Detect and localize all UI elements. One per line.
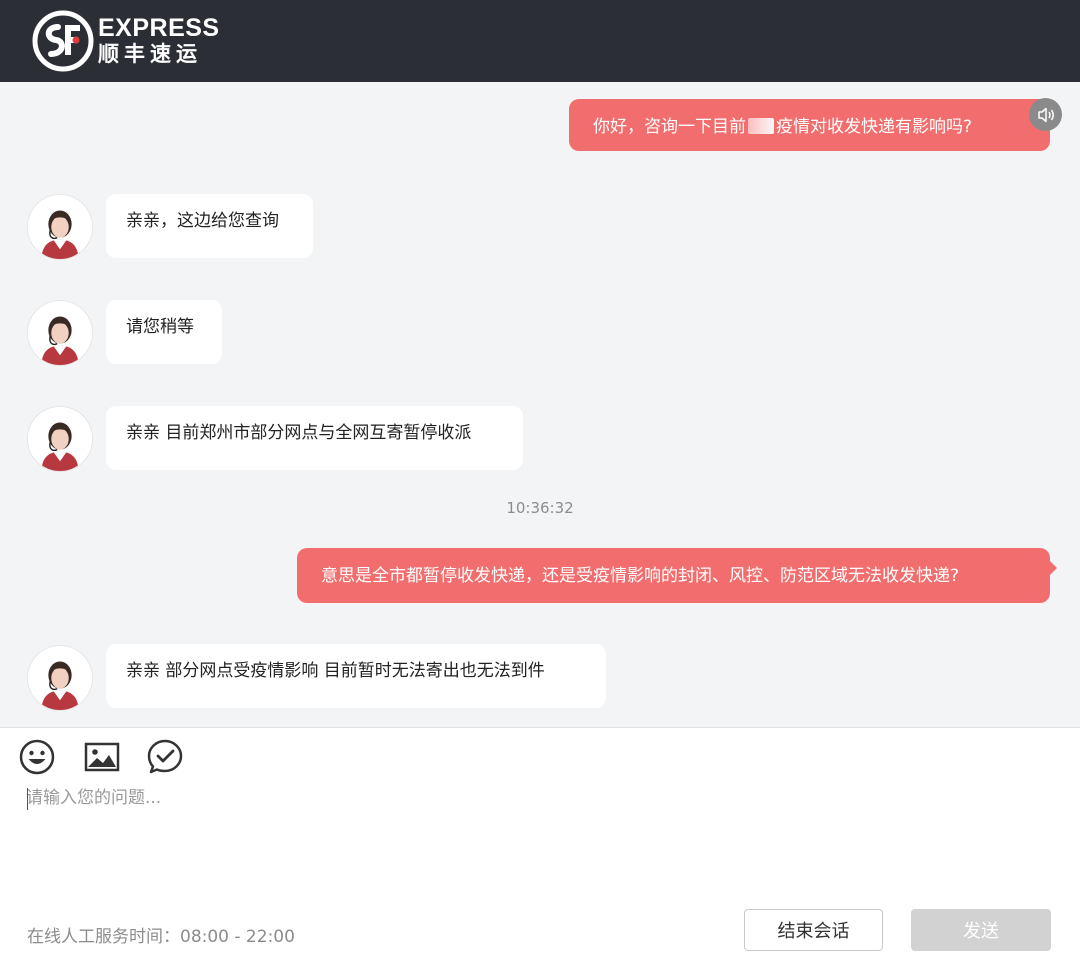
check-icon[interactable] (146, 738, 184, 776)
agent-avatar (27, 194, 93, 260)
logo-english-text: EXPRESS (98, 14, 220, 42)
app-header: EXPRESS 顺丰速运 (0, 0, 1080, 82)
text-cursor (27, 788, 28, 810)
user-message: 你好，咨询一下目前 疫情对收发快递有影响吗? (569, 99, 1057, 151)
agent-avatar (27, 645, 93, 711)
redacted-text (748, 118, 774, 134)
message-input[interactable] (22, 786, 1058, 906)
message-text: 你好，咨询一下目前 (593, 117, 746, 137)
agent-avatar (27, 300, 93, 366)
sf-express-logo: EXPRESS 顺丰速运 (32, 10, 220, 72)
message-text: 亲亲，这边给您查询 (126, 211, 279, 231)
message-text: 亲亲 目前郑州市部分网点与全网互寄暂停收派 (126, 423, 472, 443)
message-text: 亲亲 部分网点受疫情影响 目前暂时无法寄出也无法到件 (126, 661, 545, 681)
image-icon[interactable] (83, 738, 121, 776)
message-text: 疫情对收发快递有影响吗? (776, 117, 973, 137)
end-session-button[interactable]: 结束会话 (744, 909, 883, 951)
agent-avatar (27, 406, 93, 472)
send-button[interactable]: 发送 (911, 909, 1051, 951)
logo-chinese-text: 顺丰速运 (98, 42, 202, 66)
service-hours-text: 在线人工服务时间：08:00 - 22:00 (27, 927, 295, 947)
message-text: 请您稍等 (126, 317, 194, 337)
agent-message: 亲亲，这边给您查询 (106, 194, 313, 258)
message-composer: 在线人工服务时间：08:00 - 22:00 结束会话 发送 (0, 727, 1080, 967)
agent-message: 请您稍等 (106, 300, 222, 364)
agent-message: 亲亲 目前郑州市部分网点与全网互寄暂停收派 (106, 406, 523, 470)
message-timestamp: 10:36:32 (506, 499, 574, 517)
chat-history[interactable]: 你好，咨询一下目前 疫情对收发快递有影响吗? 亲亲，这边给您查询 请您稍等 亲亲… (0, 82, 1080, 727)
speaker-icon[interactable] (1029, 98, 1062, 131)
user-message: 意思是全市都暂停收发快递，还是受疫情影响的封闭、风控、防范区域无法收发快递? (297, 548, 1057, 603)
sf-logo-icon (32, 10, 94, 72)
message-text: 意思是全市都暂停收发快递，还是受疫情影响的封闭、风控、防范区域无法收发快递? (321, 566, 960, 586)
emoji-icon[interactable] (18, 738, 56, 776)
agent-message: 亲亲 部分网点受疫情影响 目前暂时无法寄出也无法到件 (106, 644, 606, 708)
